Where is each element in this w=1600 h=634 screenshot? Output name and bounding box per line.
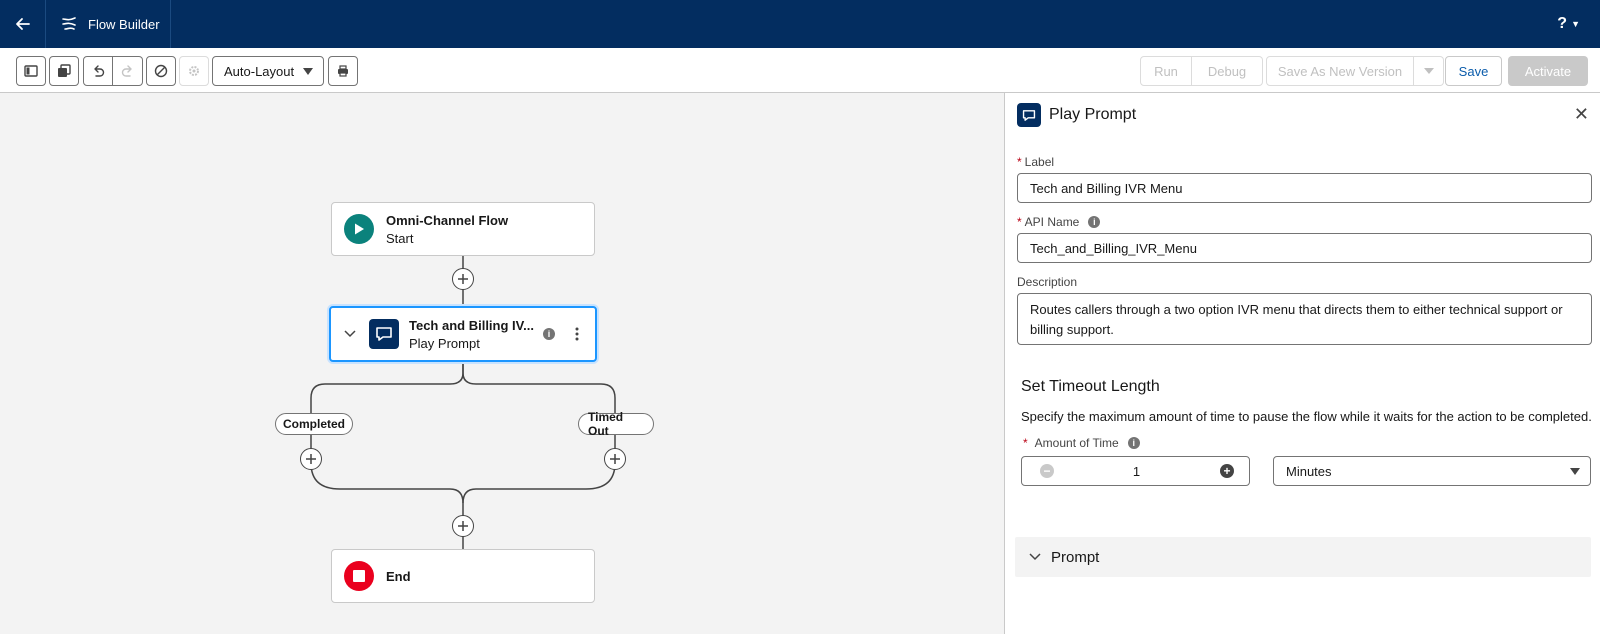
info-icon[interactable]: i bbox=[543, 328, 555, 340]
info-icon[interactable]: i bbox=[1088, 216, 1101, 228]
app-title: Flow Builder bbox=[88, 16, 160, 32]
undo-icon bbox=[94, 65, 105, 77]
arrow-left-icon bbox=[15, 18, 30, 30]
chevron-down-icon bbox=[1423, 68, 1434, 74]
description-field-label: Description bbox=[1017, 275, 1077, 289]
branch-label-completed[interactable]: Completed bbox=[275, 413, 353, 435]
help-label: ? bbox=[1557, 15, 1568, 32]
amount-of-time-value[interactable]: 1 bbox=[1022, 464, 1251, 479]
save-as-new-version-button[interactable]: Save As New Version bbox=[1266, 56, 1414, 86]
start-node[interactable]: Omni-Channel Flow Start bbox=[331, 202, 595, 256]
redo-button[interactable] bbox=[113, 56, 143, 86]
required-marker: * bbox=[1023, 436, 1028, 450]
end-node[interactable]: End bbox=[331, 549, 595, 603]
undo-button[interactable] bbox=[83, 56, 113, 86]
add-element-button[interactable] bbox=[452, 268, 474, 290]
add-element-button[interactable] bbox=[604, 448, 626, 470]
start-node-subtitle: Start bbox=[386, 230, 414, 246]
branch-label-timed-out[interactable]: Timed Out bbox=[578, 410, 654, 438]
label-input[interactable]: Tech and Billing IVR Menu bbox=[1017, 173, 1592, 203]
save-as-group: Save As New Version bbox=[1266, 56, 1444, 86]
start-node-title: Omni-Channel Flow bbox=[386, 212, 509, 228]
amount-of-time-label: * Amount of Time i bbox=[1023, 436, 1140, 450]
add-element-button[interactable] bbox=[452, 515, 474, 537]
required-marker: * bbox=[1017, 155, 1022, 169]
prompt-node-title: Tech and Billing IV... bbox=[409, 317, 534, 333]
add-element-button[interactable] bbox=[300, 448, 322, 470]
layout-mode-select[interactable]: Auto-Layout bbox=[212, 56, 324, 86]
end-node-title: End bbox=[386, 568, 411, 584]
info-icon[interactable]: i bbox=[1127, 437, 1140, 449]
run-button[interactable]: Run bbox=[1140, 56, 1192, 86]
zoom-to-fit-button[interactable] bbox=[328, 56, 358, 86]
chevron-down-icon[interactable] bbox=[344, 330, 356, 338]
activate-button[interactable]: Activate bbox=[1508, 56, 1588, 86]
description-field-text: Description bbox=[1017, 275, 1078, 289]
increment-icon[interactable]: + bbox=[1220, 464, 1234, 478]
run-debug-group: Run Debug bbox=[1140, 56, 1263, 86]
time-unit-select[interactable]: Minutes bbox=[1273, 456, 1591, 486]
redo-icon bbox=[121, 65, 132, 77]
gear-icon bbox=[189, 66, 199, 76]
timeout-section-title: Set Timeout Length bbox=[1021, 378, 1160, 395]
layout-mode-value: Auto-Layout bbox=[224, 63, 295, 79]
plus-icon bbox=[458, 274, 468, 284]
chat-icon bbox=[1017, 103, 1041, 127]
stop-icon bbox=[344, 561, 374, 591]
close-icon[interactable]: ✕ bbox=[1574, 105, 1589, 123]
label-field-text: Label bbox=[1024, 155, 1055, 169]
chat-icon bbox=[369, 319, 399, 349]
api-name-input[interactable]: Tech_and_Billing_IVR_Menu bbox=[1017, 233, 1592, 263]
save-button[interactable]: Save bbox=[1445, 56, 1502, 86]
property-editor-panel: Play Prompt ✕ * Label Tech and Billing I… bbox=[1004, 93, 1600, 634]
block-icon bbox=[154, 64, 168, 78]
required-marker: * bbox=[1017, 215, 1022, 229]
check-errors-button[interactable] bbox=[146, 56, 176, 86]
api-name-field-label: * API Name i bbox=[1017, 215, 1101, 229]
back-button[interactable] bbox=[0, 0, 46, 48]
label-field-label: * Label bbox=[1017, 155, 1054, 169]
sidebar-icon bbox=[24, 65, 38, 77]
help-menu-button[interactable]: ? ▼ bbox=[1557, 0, 1580, 48]
chevron-down-icon: ▼ bbox=[1571, 19, 1580, 29]
play-icon bbox=[344, 214, 374, 244]
time-unit-value: Minutes bbox=[1286, 463, 1332, 479]
plus-icon bbox=[458, 521, 468, 531]
prompt-node-subtitle: Play Prompt bbox=[409, 335, 480, 351]
debug-button[interactable]: Debug bbox=[1192, 56, 1263, 86]
header-divider bbox=[170, 0, 171, 48]
flow-icon bbox=[62, 17, 76, 30]
more-actions-icon[interactable] bbox=[575, 327, 579, 341]
plus-icon bbox=[306, 454, 316, 464]
panel-header: Play Prompt ✕ bbox=[1005, 93, 1600, 137]
description-textarea[interactable]: Routes callers through a two option IVR … bbox=[1017, 293, 1592, 345]
chevron-down-icon bbox=[303, 68, 313, 75]
prompt-section-accordion[interactable]: Prompt bbox=[1015, 537, 1591, 577]
save-options-menu-button[interactable] bbox=[1414, 56, 1444, 86]
flow-canvas[interactable]: Omni-Channel Flow Start Tech and Billing… bbox=[0, 93, 1004, 634]
plus-icon bbox=[610, 454, 620, 464]
amount-of-time-stepper[interactable]: − 1 + bbox=[1021, 456, 1250, 486]
panel-title: Play Prompt bbox=[1049, 106, 1137, 123]
copy-icon bbox=[58, 64, 71, 77]
toolbar: Auto-Layout Run Debug Save As New Versio… bbox=[0, 48, 1600, 93]
global-header: Flow Builder ? ▼ bbox=[0, 0, 1600, 48]
undo-redo-group bbox=[83, 56, 143, 86]
settings-button[interactable] bbox=[179, 56, 209, 86]
prompt-section-label: Prompt bbox=[1051, 548, 1100, 566]
chevron-down-icon bbox=[1570, 468, 1580, 475]
print-icon bbox=[338, 65, 348, 77]
copy-button[interactable] bbox=[49, 56, 79, 86]
app-brand: Flow Builder bbox=[60, 0, 160, 48]
timeout-section-description: Specify the maximum amount of time to pa… bbox=[1021, 409, 1592, 424]
toggle-toolbox-button[interactable] bbox=[16, 56, 46, 86]
chevron-down-icon bbox=[1029, 553, 1041, 561]
play-prompt-node[interactable]: Tech and Billing IV... Play Prompt i bbox=[329, 306, 597, 362]
api-name-field-text: API Name bbox=[1024, 215, 1080, 229]
amount-of-time-text: Amount of Time bbox=[1034, 436, 1119, 450]
